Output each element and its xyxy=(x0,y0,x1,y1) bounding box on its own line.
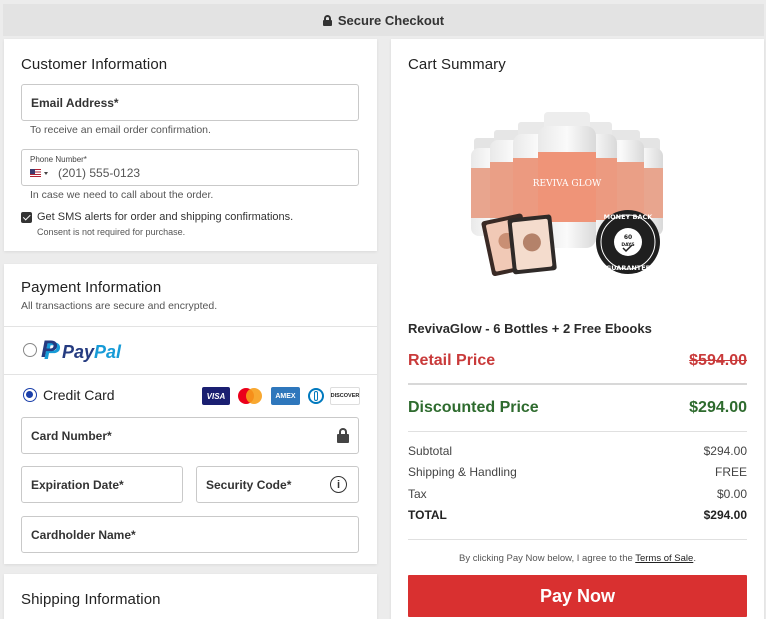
divider xyxy=(4,374,377,375)
expiration-date-field[interactable]: Expiration Date* xyxy=(21,466,183,503)
paypal-radio[interactable] xyxy=(23,343,37,357)
tax-label: Tax xyxy=(408,487,427,501)
security-code-field[interactable]: Security Code* i xyxy=(196,466,359,503)
card-number-label: Card Number* xyxy=(31,428,112,443)
sms-checkbox[interactable] xyxy=(21,212,32,223)
phone-hint: In case we need to call about the order. xyxy=(30,189,214,201)
sms-note: Consent is not required for purchase. xyxy=(37,227,186,237)
paypal-wordmark: PayPal xyxy=(62,341,122,362)
divider xyxy=(408,539,747,540)
lock-icon xyxy=(322,14,332,26)
badge-line2: GUARANTEE xyxy=(606,264,650,272)
email-hint: To receive an email order confirmation. xyxy=(30,124,211,136)
expiration-date-label: Expiration Date* xyxy=(31,477,124,492)
chevron-down-icon[interactable] xyxy=(44,172,48,175)
shipping-label: Shipping & Handling xyxy=(408,465,517,479)
pay-now-button[interactable]: Pay Now xyxy=(408,575,747,617)
us-flag-icon[interactable] xyxy=(30,169,41,177)
lock-icon xyxy=(337,428,349,443)
secure-checkout-bar: Secure Checkout xyxy=(3,4,764,36)
terms-text: By clicking Pay Now below, I agree to th… xyxy=(459,553,696,564)
phone-label: Phone Number* xyxy=(30,155,87,164)
badge-days: 60 xyxy=(624,234,632,241)
total-row: TOTAL $294.00 xyxy=(408,508,747,522)
shipping-value: FREE xyxy=(714,465,747,479)
divider xyxy=(408,383,747,385)
info-icon[interactable]: i xyxy=(330,476,347,493)
security-code-label: Security Code* xyxy=(206,477,292,492)
cardholder-name-field[interactable]: Cardholder Name* xyxy=(21,516,359,553)
discounted-price-value: $294.00 xyxy=(689,399,747,416)
money-back-badge: MONEY BACK 60 DAYS GUARANTEE xyxy=(596,210,660,274)
payment-info-subtitle: All transactions are secure and encrypte… xyxy=(21,300,218,312)
paypal-logo-icon: P P xyxy=(41,336,61,365)
customer-info-title: Customer Information xyxy=(21,56,168,73)
badge-line1: MONEY BACK xyxy=(604,213,654,221)
subtotal-row: Subtotal $294.00 xyxy=(408,444,747,458)
secure-checkout-title: Secure Checkout xyxy=(337,12,445,28)
paypal-option[interactable]: P P PayPal xyxy=(40,336,122,365)
email-field[interactable]: Email Address* xyxy=(21,84,359,121)
tax-row: Tax $0.00 xyxy=(408,487,747,501)
total-value: $294.00 xyxy=(703,508,747,522)
phone-placeholder: (201) 555-0123 xyxy=(58,166,141,180)
shipping-info-title: Shipping Information xyxy=(21,591,161,608)
amex-icon: AMEX xyxy=(271,387,300,405)
mastercard-icon xyxy=(236,387,264,405)
card-number-field[interactable]: Card Number* xyxy=(21,417,359,454)
credit-card-radio[interactable] xyxy=(23,388,37,402)
credit-card-label[interactable]: Credit Card xyxy=(43,387,115,403)
visa-icon: VISA xyxy=(202,387,230,405)
subtotal-value: $294.00 xyxy=(703,444,747,458)
subtotal-label: Subtotal xyxy=(408,444,453,458)
product-image: REVIVA GLOW MONEY BACK 60 DAYS GUARANTEE xyxy=(466,108,692,278)
terms-of-sale-link[interactable]: Terms of Sale xyxy=(635,553,693,564)
checkmark-icon xyxy=(22,212,30,220)
tax-value: $0.00 xyxy=(716,487,747,501)
phone-field[interactable]: Phone Number* (201) 555-0123 xyxy=(21,149,359,186)
sms-label: Get SMS alerts for order and shipping co… xyxy=(37,211,294,223)
divider xyxy=(408,431,747,432)
cardholder-name-label: Cardholder Name* xyxy=(31,527,136,542)
diners-icon xyxy=(305,387,327,405)
email-label: Email Address* xyxy=(31,95,119,110)
discounted-price-label: Discounted Price xyxy=(408,399,539,416)
product-name: RevivaGlow - 6 Bottles + 2 Free Ebooks xyxy=(408,321,652,336)
retail-price-value: $594.00 xyxy=(689,352,747,369)
badge-days-label: DAYS xyxy=(621,242,634,248)
total-label: TOTAL xyxy=(408,508,447,522)
bottle-label: REVIVA GLOW xyxy=(533,179,602,189)
divider xyxy=(4,326,377,327)
cart-summary-title: Cart Summary xyxy=(408,56,506,73)
payment-info-title: Payment Information xyxy=(21,279,162,296)
discover-icon: DISCOVER xyxy=(330,387,360,405)
shipping-row: Shipping & Handling FREE xyxy=(408,465,747,479)
retail-price-label: Retail Price xyxy=(408,352,496,369)
